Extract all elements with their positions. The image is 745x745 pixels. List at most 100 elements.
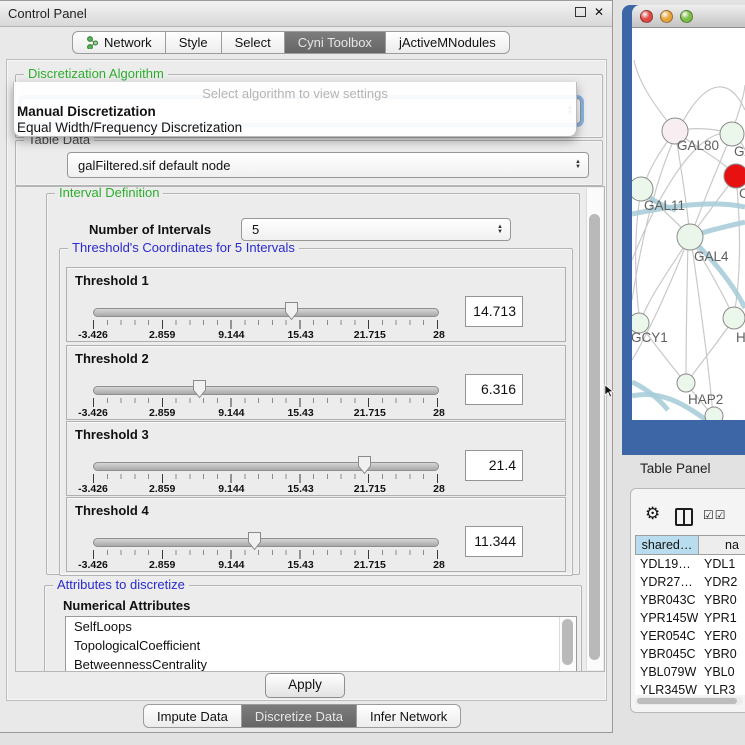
network-node[interactable] bbox=[705, 407, 723, 420]
tab-cyni-toolbox-label: Cyni Toolbox bbox=[298, 35, 372, 50]
tick-label: 9.144 bbox=[218, 559, 244, 571]
network-edge[interactable] bbox=[640, 239, 689, 322]
network-node[interactable] bbox=[677, 224, 703, 250]
slider-track[interactable] bbox=[93, 462, 439, 471]
float-window-icon[interactable] bbox=[575, 7, 586, 17]
tab-discretize-data[interactable]: Discretize Data bbox=[242, 704, 357, 728]
tab-select[interactable]: Select bbox=[222, 31, 285, 54]
tab-cyni-toolbox[interactable]: Cyni Toolbox bbox=[285, 31, 386, 54]
cell-name: YLR3 bbox=[698, 681, 745, 695]
cell-name: YDL1 bbox=[698, 555, 745, 573]
tick-label: 28 bbox=[433, 407, 445, 419]
cell-name: YBR0 bbox=[698, 591, 745, 609]
tick-label: 2.859 bbox=[149, 483, 175, 495]
settings-scrollbar-thumb[interactable] bbox=[589, 214, 600, 660]
tick-label: 9.144 bbox=[218, 329, 244, 341]
network-window-titlebar bbox=[632, 5, 745, 28]
tab-network[interactable]: Network bbox=[72, 31, 166, 54]
attribute-list-item[interactable]: BetweennessCentrality bbox=[66, 655, 576, 672]
network-graph: GAL80GACGAL11GAL4GCY1HHAP2 bbox=[632, 28, 745, 420]
cell-name: YDR2 bbox=[698, 573, 745, 591]
table-panel: ⚙ ☑☑ shared… na YDL19…YDL1YDR27…YDR2YBR0… bbox=[630, 488, 745, 713]
slider-thumb-icon[interactable] bbox=[192, 379, 208, 399]
traffic-light-minimize-button[interactable] bbox=[660, 10, 673, 23]
network-edge[interactable] bbox=[688, 320, 733, 381]
tick-label: -3.426 bbox=[78, 559, 108, 571]
network-node[interactable] bbox=[723, 307, 745, 329]
dropdown-option-equal-width-frequency[interactable]: Equal Width/Frequency Discretization bbox=[17, 120, 242, 135]
table-horizontal-scrollbar[interactable] bbox=[635, 697, 743, 705]
slider-thumb-icon[interactable] bbox=[247, 531, 263, 551]
tick-label: 2.859 bbox=[149, 407, 175, 419]
network-node[interactable] bbox=[724, 164, 745, 188]
tab-style-label: Style bbox=[179, 35, 208, 50]
cell-shared-name: YBR043C bbox=[635, 591, 698, 609]
attributes-scrollbar-thumb[interactable] bbox=[562, 619, 573, 665]
table-row[interactable]: YLR345WYLR3 bbox=[635, 681, 745, 695]
settings-scrollbar[interactable] bbox=[586, 188, 603, 670]
slider-track[interactable] bbox=[93, 386, 439, 395]
threshold-value-field[interactable]: 6.316 bbox=[465, 374, 523, 405]
network-edge[interactable] bbox=[686, 239, 688, 381]
tick-label: 2.859 bbox=[149, 329, 175, 341]
attribute-list-item[interactable]: TopologicalCoefficient bbox=[66, 636, 576, 655]
tick-label: 21.715 bbox=[354, 559, 386, 571]
dropdown-option-manual-discretization[interactable]: Manual Discretization bbox=[17, 104, 156, 119]
cell-shared-name: YDR27… bbox=[635, 573, 698, 591]
tab-impute-data-label: Impute Data bbox=[157, 709, 228, 724]
tick-label: 21.715 bbox=[354, 483, 386, 495]
threshold-panel-3: Threshold 3 -3.4262.8599.14415.4321.7152… bbox=[66, 421, 566, 496]
control-panel-window: Control Panel ✕ Network Style Select Cyn… bbox=[0, 0, 613, 733]
settings-scroll-area: Interval Definition Number of Intervals … bbox=[15, 186, 605, 672]
slider-track[interactable] bbox=[93, 538, 439, 547]
table-data-combobox[interactable]: galFiltered.sif default node ▲▼ bbox=[67, 152, 589, 178]
table-row[interactable]: YBR043CYBR0 bbox=[635, 591, 745, 609]
threshold-panel-2: Threshold 2 -3.4262.8599.14415.4321.7152… bbox=[66, 345, 566, 420]
slider-track[interactable] bbox=[93, 308, 439, 317]
traffic-light-close-button[interactable] bbox=[640, 10, 653, 23]
select-columns-checkboxes-icon[interactable]: ☑☑ bbox=[703, 508, 727, 522]
table-row[interactable]: YDR27…YDR2 bbox=[635, 573, 745, 591]
cell-shared-name: YLR345W bbox=[635, 681, 698, 695]
tab-infer-network[interactable]: Infer Network bbox=[357, 704, 461, 728]
table-hscrollbar-thumb[interactable] bbox=[637, 698, 737, 704]
table-row[interactable]: YER054CYER0 bbox=[635, 627, 745, 645]
number-of-intervals-combobox[interactable]: 5 ▲▼ bbox=[241, 218, 511, 241]
numerical-attributes-list[interactable]: SelfLoopsTopologicalCoefficientBetweenne… bbox=[65, 616, 577, 672]
cell-shared-name: YBL079W bbox=[635, 663, 698, 681]
threshold-value-field[interactable]: 21.4 bbox=[465, 450, 523, 481]
slider-thumb-icon[interactable] bbox=[357, 455, 373, 475]
slider-thumb-icon[interactable] bbox=[284, 301, 300, 321]
tick-label: -3.426 bbox=[78, 407, 108, 419]
slider-tick-labels: -3.4262.8599.14415.4321.71528 bbox=[93, 407, 439, 419]
split-columns-icon[interactable] bbox=[675, 508, 693, 526]
table-row[interactable]: YBL079WYBL0 bbox=[635, 663, 745, 681]
table-row[interactable]: YDL19…YDL1 bbox=[635, 555, 745, 573]
slider-ticks bbox=[93, 474, 439, 483]
network-icon bbox=[86, 36, 99, 49]
tab-impute-data[interactable]: Impute Data bbox=[143, 704, 242, 728]
network-node[interactable] bbox=[677, 374, 695, 392]
network-node[interactable] bbox=[720, 122, 744, 146]
network-edge[interactable] bbox=[691, 239, 713, 415]
tab-jactivemnodules[interactable]: jActiveMNodules bbox=[386, 31, 510, 54]
traffic-light-zoom-button[interactable] bbox=[680, 10, 693, 23]
attributes-list-scrollbar[interactable] bbox=[559, 617, 576, 672]
column-header-name[interactable]: na bbox=[699, 536, 745, 554]
column-header-shared-name[interactable]: shared… bbox=[636, 536, 699, 554]
table-row[interactable]: YPR145WYPR1 bbox=[635, 609, 745, 627]
network-node-label: GCY1 bbox=[632, 330, 668, 345]
close-icon[interactable]: ✕ bbox=[594, 5, 604, 19]
tab-style[interactable]: Style bbox=[166, 31, 222, 54]
cell-name: YBR0 bbox=[698, 645, 745, 663]
attribute-list-item[interactable]: SelfLoops bbox=[66, 617, 576, 636]
table-row[interactable]: YBR045CYBR0 bbox=[635, 645, 745, 663]
apply-button[interactable]: Apply bbox=[265, 673, 345, 698]
threshold-value-field[interactable]: 14.713 bbox=[465, 296, 523, 327]
gear-icon[interactable]: ⚙ bbox=[645, 505, 660, 523]
tick-label: 15.43 bbox=[287, 329, 313, 341]
network-canvas[interactable]: GAL80GACGAL11GAL4GCY1HHAP2 bbox=[632, 28, 745, 420]
tick-label: 21.715 bbox=[354, 407, 386, 419]
table-panel-title: Table Panel bbox=[640, 461, 711, 476]
threshold-value-field[interactable]: 11.344 bbox=[465, 526, 523, 557]
